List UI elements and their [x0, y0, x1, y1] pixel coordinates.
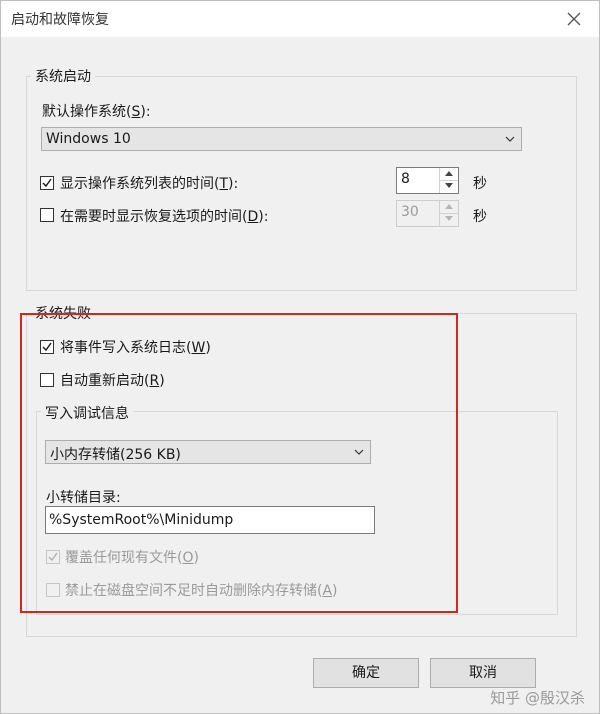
- ok-button[interactable]: 确定: [313, 658, 419, 688]
- dump-type-select[interactable]: 小内存转储(256 KB): [45, 440, 371, 464]
- watermark-text: 知乎 @殷汉杀: [490, 689, 585, 707]
- show-os-list-label: 显示操作系统列表的时间(T):: [60, 176, 239, 192]
- cancel-button[interactable]: 取消: [430, 658, 536, 688]
- stepper-down-icon[interactable]: [440, 180, 458, 192]
- close-icon[interactable]: [563, 8, 585, 30]
- seconds-unit-label: 秒: [473, 209, 487, 225]
- system-failure-legend: 系统失败: [31, 303, 95, 323]
- stepper-buttons: [439, 201, 458, 226]
- check-icon: [42, 342, 52, 352]
- stepper-down-icon: [440, 213, 458, 225]
- write-event-log-checkbox[interactable]: [40, 340, 54, 354]
- overwrite-files-checkbox: [46, 550, 60, 564]
- seconds-unit-label: 秒: [473, 176, 487, 192]
- chevron-down-icon: [354, 449, 364, 455]
- dump-directory-label: 小转储目录:: [46, 490, 121, 506]
- disable-autodelete-label: 禁止在磁盘空间不足时自动删除内存转储(A): [65, 583, 338, 599]
- show-recovery-seconds-value: 30: [401, 204, 419, 220]
- disable-autodelete-checkbox: [46, 583, 60, 597]
- stepper-buttons: [439, 168, 458, 193]
- overwrite-files-label: 覆盖任何现有文件(O): [65, 550, 199, 566]
- dump-type-value: 小内存转储(256 KB): [50, 447, 181, 463]
- show-os-list-checkbox[interactable]: [40, 176, 54, 190]
- check-icon: [42, 178, 52, 188]
- auto-restart-label: 自动重新启动(R): [60, 373, 165, 389]
- system-startup-legend: 系统启动: [31, 66, 95, 86]
- check-icon: [48, 552, 58, 562]
- default-os-label: 默认操作系统(S):: [42, 104, 151, 120]
- auto-restart-checkbox[interactable]: [40, 373, 54, 387]
- write-event-log-label: 将事件写入系统日志(W): [60, 340, 211, 356]
- dump-directory-field[interactable]: [45, 506, 375, 534]
- show-os-list-seconds-stepper[interactable]: 8: [396, 167, 459, 194]
- show-recovery-label: 在需要时显示恢复选项的时间(D):: [60, 209, 269, 225]
- chevron-down-icon: [505, 136, 515, 142]
- debug-info-legend: 写入调试信息: [41, 403, 133, 423]
- show-recovery-seconds-stepper: 30: [396, 200, 459, 227]
- startup-recovery-dialog: 启动和故障恢复 系统启动 默认操作系统(S): Windows 10 显示操作系…: [0, 0, 600, 714]
- title-bar: 启动和故障恢复: [1, 1, 599, 37]
- default-os-select[interactable]: Windows 10: [41, 127, 522, 151]
- window-title: 启动和故障恢复: [11, 12, 109, 28]
- show-recovery-checkbox[interactable]: [40, 208, 54, 222]
- default-os-value: Windows 10: [46, 131, 131, 147]
- show-os-list-seconds-value: 8: [401, 171, 410, 187]
- dump-directory-input[interactable]: [46, 508, 372, 532]
